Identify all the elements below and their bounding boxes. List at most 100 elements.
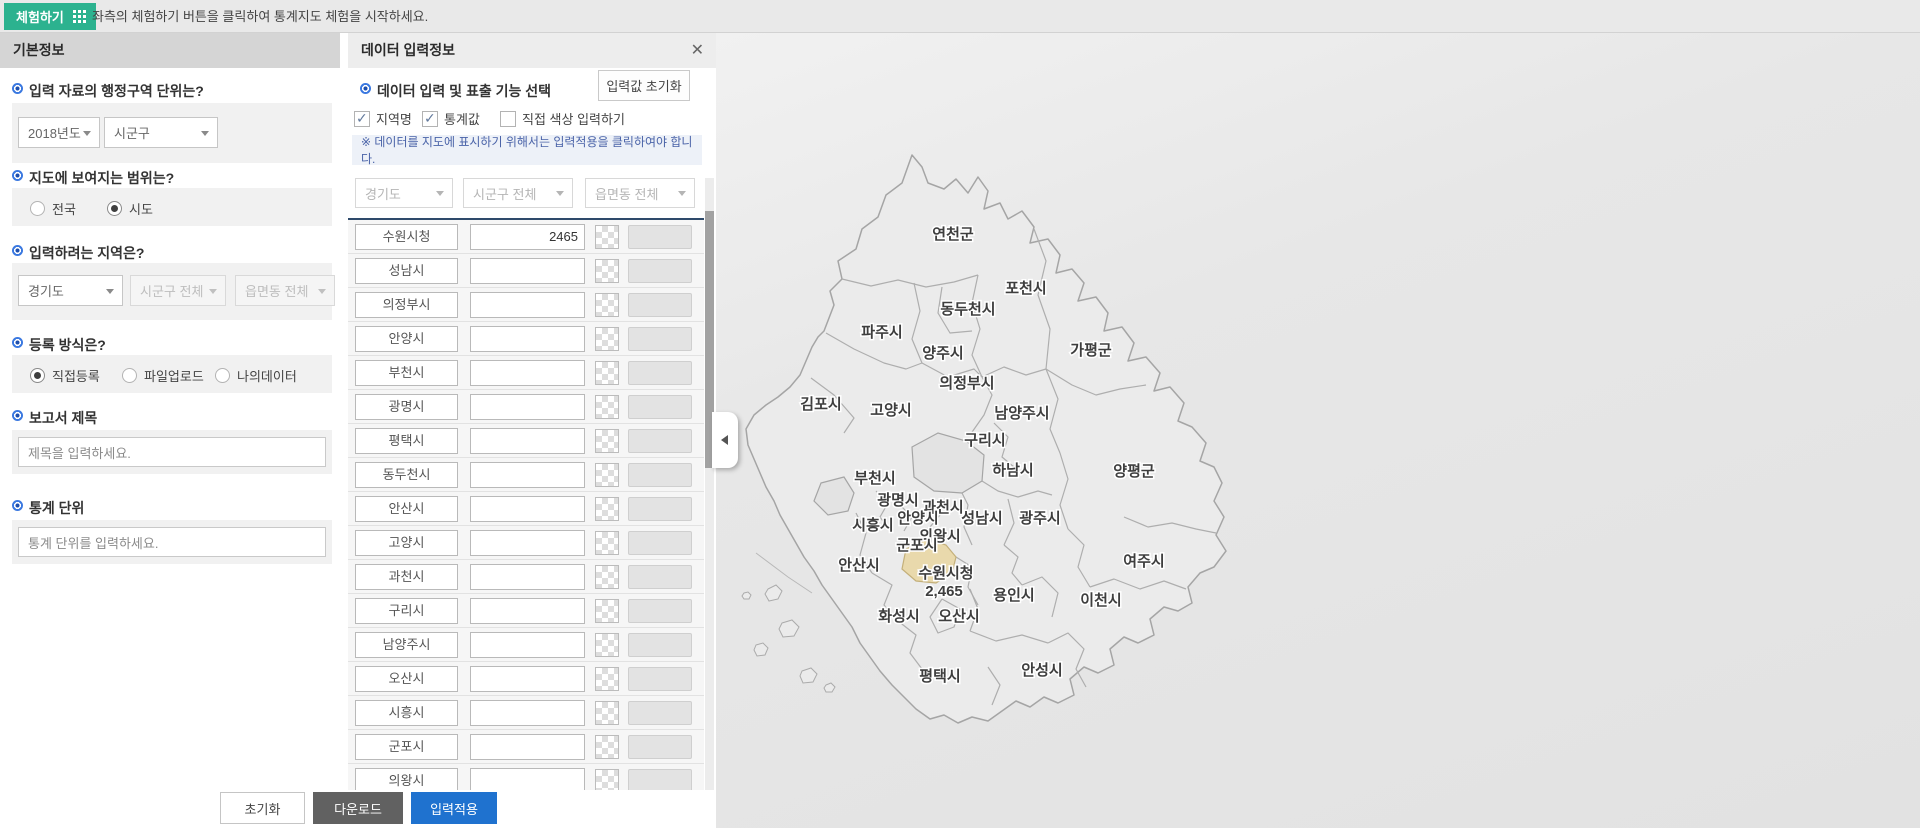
apply-button[interactable]: 입력적용 [411, 792, 497, 824]
map-value-highlight[interactable]: 2,465 [924, 581, 965, 601]
map-label-양평군[interactable]: 양평군 [1112, 460, 1157, 481]
region-value-input[interactable] [470, 700, 585, 726]
admin-level-select[interactable]: 시군구 [104, 117, 218, 148]
region-value-input[interactable] [470, 768, 585, 790]
filter-province-select[interactable]: 경기도 [355, 178, 453, 208]
color-swatch[interactable] [595, 701, 619, 725]
map-label-가평군[interactable]: 가평군 [1069, 339, 1114, 360]
map-label-포천시[interactable]: 포천시 [1004, 277, 1048, 298]
radio-scope-sido[interactable]: 시도 [107, 199, 153, 218]
checkbox-region-name[interactable]: 지역명 [354, 109, 412, 128]
map-label-구리시[interactable]: 구리시 [963, 430, 1007, 450]
region-value-input[interactable] [470, 326, 585, 352]
map-label-군포시[interactable]: 군포시 [895, 535, 939, 555]
province-select[interactable]: 경기도 [18, 275, 123, 306]
color-swatch[interactable] [595, 327, 619, 351]
map-label-동두천시[interactable]: 동두천시 [939, 298, 997, 319]
map-label-연천군[interactable]: 연천군 [931, 223, 976, 244]
stat-unit-input[interactable]: 통계 단위를 입력하세요. [18, 527, 326, 557]
reset-button[interactable]: 초기화 [220, 792, 305, 824]
color-swatch[interactable] [595, 769, 619, 790]
map-label-시흥시[interactable]: 시흥시 [851, 514, 895, 535]
region-name-input[interactable]: 부천시 [355, 360, 458, 386]
map-label-광주시[interactable]: 광주시 [1018, 507, 1062, 528]
map-label-성남시[interactable]: 성남시 [960, 507, 1004, 528]
map-label-남양주시[interactable]: 남양주시 [993, 403, 1051, 423]
region-name-input[interactable]: 수원시청 [355, 224, 458, 250]
region-name-input[interactable]: 동두천시 [355, 462, 458, 488]
map-label-highlight[interactable]: 수원시청 [917, 563, 975, 583]
map-label-화성시[interactable]: 화성시 [877, 605, 921, 626]
region-name-input[interactable]: 안양시 [355, 326, 458, 352]
map-area[interactable]: 연천군 포천시 동두천시 파주시 양주시 가평군 의정부시 김포시 고양시 남양주시 구리시 하남시 양… [716, 33, 1920, 828]
map-label-광명시[interactable]: 광명시 [876, 489, 920, 510]
color-swatch[interactable] [595, 259, 619, 283]
radio-method-direct[interactable]: 직접등록 [30, 366, 100, 385]
color-swatch[interactable] [595, 531, 619, 555]
region-value-input[interactable] [470, 564, 585, 590]
map-label-오산시[interactable]: 오산시 [937, 606, 981, 626]
region-value-input[interactable] [470, 496, 585, 522]
region-value-input[interactable]: 2465 [470, 224, 585, 250]
region-name-input[interactable]: 군포시 [355, 734, 458, 760]
map-label-여주시[interactable]: 여주시 [1122, 551, 1166, 571]
color-swatch[interactable] [595, 667, 619, 691]
reset-values-button[interactable]: 입력값 초기화 [598, 70, 690, 101]
map-label-안양시[interactable]: 안양시 [896, 507, 940, 528]
region-value-input[interactable] [470, 258, 585, 284]
region-value-input[interactable] [470, 666, 585, 692]
color-swatch[interactable] [595, 599, 619, 623]
region-name-input[interactable]: 남양주시 [355, 632, 458, 658]
map-label-안성시[interactable]: 안성시 [1020, 659, 1064, 680]
region-name-input[interactable]: 안산시 [355, 496, 458, 522]
region-name-input[interactable]: 광명시 [355, 394, 458, 420]
year-select[interactable]: 2018년도 [18, 117, 100, 148]
region-name-input[interactable]: 오산시 [355, 666, 458, 692]
color-swatch[interactable] [595, 395, 619, 419]
region-value-input[interactable] [470, 428, 585, 454]
download-button[interactable]: 다운로드 [313, 792, 403, 824]
map-label-부천시[interactable]: 부천시 [853, 467, 897, 488]
scrollbar-track[interactable] [705, 178, 714, 790]
region-value-input[interactable] [470, 462, 585, 488]
map-label-이천시[interactable]: 이천시 [1079, 589, 1123, 610]
region-name-input[interactable]: 고양시 [355, 530, 458, 556]
region-value-input[interactable] [470, 530, 585, 556]
region-name-input[interactable]: 시흥시 [355, 700, 458, 726]
map-label-양주시[interactable]: 양주시 [921, 343, 965, 363]
color-swatch[interactable] [595, 429, 619, 453]
region-value-input[interactable] [470, 394, 585, 420]
radio-method-mydata[interactable]: 나의데이터 [215, 366, 297, 385]
color-swatch[interactable] [595, 293, 619, 317]
map-label-고양시[interactable]: 고양시 [869, 400, 913, 420]
region-value-input[interactable] [470, 292, 585, 318]
map-label-안산시[interactable]: 안산시 [837, 554, 881, 575]
map-label-평택시[interactable]: 평택시 [918, 665, 962, 686]
checkbox-stat-value[interactable]: 통계값 [422, 109, 480, 128]
map-label-용인시[interactable]: 용인시 [992, 584, 1036, 605]
region-name-input[interactable]: 성남시 [355, 258, 458, 284]
radio-scope-nationwide[interactable]: 전국 [30, 199, 76, 218]
checkbox-direct-color[interactable]: 직접 색상 입력하기 [500, 109, 625, 128]
color-swatch[interactable] [595, 497, 619, 521]
map-label-김포시[interactable]: 김포시 [799, 393, 843, 414]
region-name-input[interactable]: 의정부시 [355, 292, 458, 318]
radio-method-fileupload[interactable]: 파일업로드 [122, 366, 204, 385]
filter-eupmyeondong-select[interactable]: 읍면동 전체 [585, 178, 695, 208]
color-swatch[interactable] [595, 565, 619, 589]
region-value-input[interactable] [470, 598, 585, 624]
color-swatch[interactable] [595, 361, 619, 385]
map-label-파주시[interactable]: 파주시 [860, 322, 904, 342]
region-value-input[interactable] [470, 360, 585, 386]
panel-collapse-tab[interactable] [712, 412, 738, 468]
filter-sigungu-select[interactable]: 시군구 전체 [463, 178, 573, 208]
color-swatch[interactable] [595, 225, 619, 249]
region-name-input[interactable]: 구리시 [355, 598, 458, 624]
gyeonggi-map[interactable]: 연천군포천시동두천시파주시양주시 가평군의정부시김포시 고양시 남양주시구리시하남시 양… [716, 33, 1920, 828]
color-swatch[interactable] [595, 633, 619, 657]
region-name-input[interactable]: 의왕시 [355, 768, 458, 790]
region-name-input[interactable]: 평택시 [355, 428, 458, 454]
close-icon[interactable]: ✕ [691, 33, 704, 68]
map-label-의정부시[interactable]: 의정부시 [938, 372, 996, 393]
region-value-input[interactable] [470, 734, 585, 760]
